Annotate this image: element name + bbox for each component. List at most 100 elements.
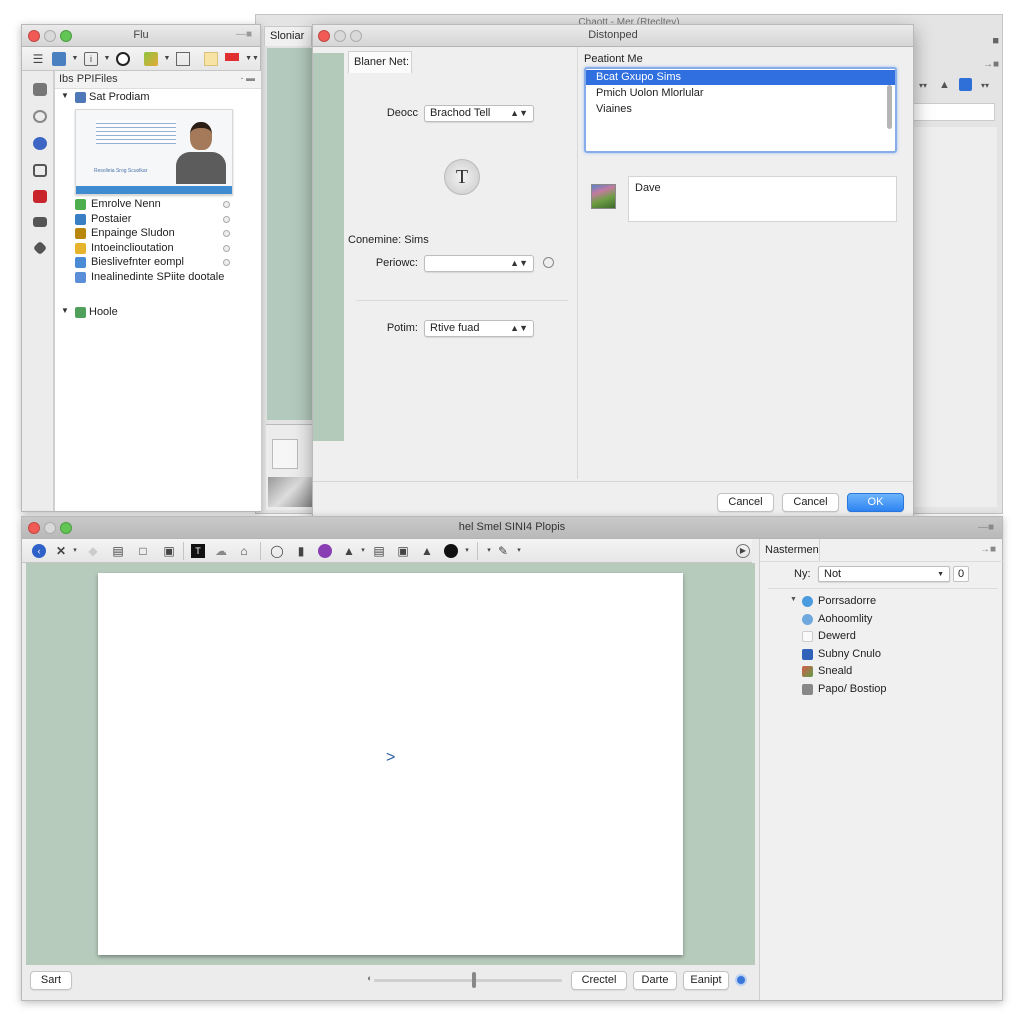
inspector-item[interactable]: Aohoomlity [802, 613, 982, 628]
export-icon[interactable] [176, 52, 190, 66]
record-icon[interactable] [116, 52, 130, 66]
options-list[interactable]: Bcat Gxupo Sims Pmich Uolon Mlorlular Vi… [584, 67, 897, 153]
globe-icon[interactable] [33, 137, 47, 150]
chart-icon[interactable]: ▲ [342, 544, 356, 558]
tree-item[interactable]: Intoeinclioutation [75, 242, 261, 257]
disclosure-triangle-icon[interactable]: ▼ [790, 596, 797, 603]
status-dot[interactable] [223, 216, 230, 223]
crectel-button[interactable]: Crectel [571, 971, 627, 990]
list-view-icon[interactable]: ☰ [31, 52, 45, 66]
shape-icon[interactable]: ◯ [270, 544, 284, 558]
cloud-icon[interactable]: ☁ [214, 544, 228, 558]
arrow-link-icon[interactable]: →■ [983, 59, 999, 70]
inspector-item[interactable]: Sneald [802, 665, 982, 680]
field1-popup[interactable]: Brachod Tell ▲▼ [424, 105, 534, 122]
image-app-icon[interactable] [52, 52, 66, 66]
emoji-icon[interactable] [318, 544, 332, 558]
background-search-field[interactable] [913, 103, 995, 121]
cancel-button-2[interactable]: Cancel [782, 493, 839, 512]
list-scrollbar[interactable] [887, 85, 892, 129]
status-dot[interactable] [223, 201, 230, 208]
tab-sloniar[interactable]: Sloniar [264, 26, 312, 46]
status-dot[interactable] [223, 245, 230, 252]
pen-icon[interactable]: ✎ [496, 544, 510, 558]
text-frame-icon[interactable]: T [191, 544, 205, 558]
comment-icon[interactable]: ▮ [294, 544, 308, 558]
small-chevron-icon[interactable]: ▾ [68, 544, 82, 558]
tree-item[interactable]: Postaier [75, 213, 261, 228]
preview-thumbnail[interactable]: Resolieia Srog Scuolkar [75, 109, 233, 195]
tree-item[interactable]: Bieslivefnter eompl [75, 256, 261, 271]
info-icon[interactable]: i [84, 52, 98, 66]
picture-icon[interactable]: ▣ [162, 544, 176, 558]
mail-icon[interactable] [33, 190, 47, 203]
field2-popup[interactable]: ▲▼ [424, 255, 534, 272]
more-icon[interactable]: ▾▾ [981, 81, 989, 90]
link-icon[interactable]: →■ [980, 544, 996, 555]
help-icon[interactable] [735, 974, 747, 986]
darte-button[interactable]: Darte [633, 971, 677, 990]
note-icon[interactable] [204, 52, 218, 66]
status-dot[interactable] [223, 230, 230, 237]
list-item[interactable]: Viaines [586, 102, 886, 117]
puzzle-icon[interactable] [144, 52, 158, 66]
refresh-icon[interactable] [543, 257, 554, 268]
back-icon[interactable]: ‹ [32, 544, 46, 558]
cancel-button-1[interactable]: Cancel [717, 493, 774, 512]
disclosure-triangle-icon[interactable]: ▼ [61, 91, 69, 100]
tag-icon[interactable]: ⌂ [237, 544, 251, 558]
small-chevron-icon[interactable]: ▾ [482, 544, 496, 558]
folder-icon[interactable]: □ [136, 544, 150, 558]
window-control-icon[interactable]: —■ [978, 522, 994, 533]
tree-group-1[interactable]: ▼ Sat Prodiam [61, 91, 257, 106]
lock-icon[interactable]: ▲ [420, 544, 434, 558]
tree-item[interactable]: Inealinedinte SPiite dootale [75, 271, 261, 286]
sart-button[interactable]: Sart [30, 971, 72, 990]
badge-icon[interactable] [959, 78, 972, 91]
user-icon[interactable]: ▲ [939, 79, 950, 91]
small-chevron-icon[interactable]: ▾ [356, 544, 370, 558]
disc-icon[interactable] [33, 110, 47, 123]
inspector-item[interactable]: Papo/ Bostiop [802, 683, 982, 698]
chevron-down-icon[interactable]: ▼ [68, 52, 82, 66]
zoom-slider[interactable] [374, 972, 562, 988]
tree-group-2[interactable]: ▼ Hoole [61, 306, 257, 321]
more-icon[interactable]: ▼▼ [244, 52, 260, 66]
filter-dropdown[interactable]: Not ▼ [818, 566, 950, 582]
disclosure-triangle-icon[interactable]: ▼ [61, 306, 69, 315]
close-icon[interactable]: ✕ [54, 544, 68, 558]
lock-icon[interactable]: ■ [992, 35, 999, 47]
document-page[interactable]: > [98, 573, 683, 955]
dialog-tab[interactable]: Blaner Net: [348, 51, 412, 73]
document-icon[interactable] [33, 164, 47, 177]
dropdown-icon[interactable]: ▾▾ [919, 81, 927, 90]
inspector-item[interactable]: Porrsadorre [802, 595, 982, 610]
status-dot[interactable] [223, 259, 230, 266]
trash-icon[interactable]: ▤ [372, 544, 386, 558]
diamond-icon[interactable] [32, 240, 48, 256]
frame-icon[interactable]: ▣ [396, 544, 410, 558]
tree-item[interactable]: Emrolve Nenn [75, 198, 261, 213]
list-item[interactable]: Bcat Gxupo Sims [586, 70, 895, 85]
inspector-item[interactable]: Dewerd [802, 630, 982, 645]
inspector-item[interactable]: Subny Cnulo [802, 648, 982, 663]
collapse-icon[interactable]: - ▬ [241, 73, 256, 83]
photo-thumbnail[interactable] [268, 477, 312, 507]
small-chevron-icon[interactable]: ▾ [512, 544, 526, 558]
settings-icon[interactable]: ▶ [736, 544, 750, 558]
filter-count-field[interactable]: 0 [953, 566, 969, 582]
bag-thumbnail-icon[interactable] [272, 439, 298, 469]
briefcase-icon[interactable] [33, 217, 47, 227]
eanipt-button[interactable]: Eanipt [683, 971, 729, 990]
field3-popup[interactable]: Rtive fuad ▲▼ [424, 320, 534, 337]
small-chevron-icon[interactable]: ▾ [460, 544, 474, 558]
detail-box[interactable]: Dave [628, 176, 897, 222]
diamond-icon[interactable]: ◆ [86, 544, 100, 558]
ok-button[interactable]: OK [847, 493, 904, 512]
clipboard-icon[interactable]: ▤ [111, 544, 125, 558]
flag-icon[interactable] [225, 53, 239, 61]
inspector-tab[interactable]: Nastermen [760, 539, 820, 561]
alien-icon[interactable] [444, 544, 458, 558]
window-control-icon[interactable]: —■ [236, 29, 252, 40]
slider-knob[interactable] [471, 972, 476, 988]
